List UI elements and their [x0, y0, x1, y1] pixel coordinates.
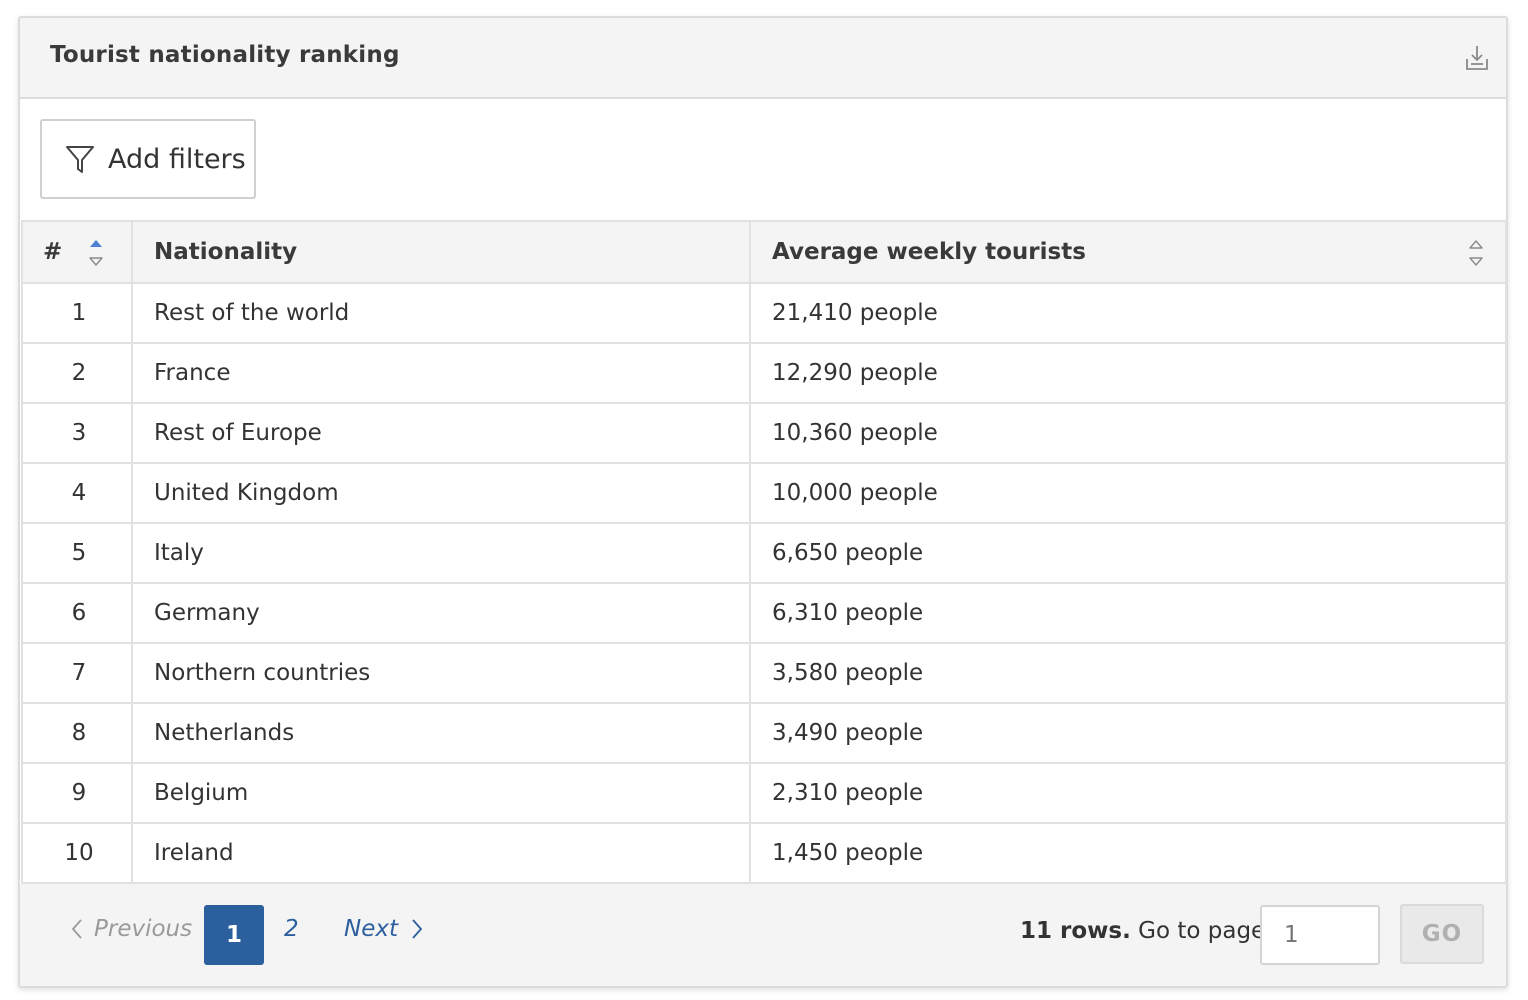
funnel-icon	[66, 146, 94, 173]
previous-page-button[interactable]: Previous	[70, 916, 192, 942]
rank-cell: 4	[21, 462, 133, 524]
tourists-cell: 2,310 people	[749, 762, 1507, 824]
tourists-cell: 6,310 people	[749, 582, 1507, 644]
table-row: 3 Rest of Europe 10,360 people	[21, 402, 1507, 464]
table-row: 9 Belgium 2,310 people	[21, 762, 1507, 824]
goto-label: Go to page:	[1138, 918, 1273, 944]
rank-cell: 10	[21, 822, 133, 884]
nationality-cell: Germany	[131, 582, 751, 644]
rank-cell: 1	[21, 282, 133, 344]
nationality-cell: France	[131, 342, 751, 404]
page-button-current[interactable]: 1	[204, 905, 264, 965]
goto-page-input[interactable]	[1260, 905, 1380, 965]
nationality-cell: Italy	[131, 522, 751, 584]
panel-header: Tourist nationality ranking	[20, 18, 1506, 99]
row-count: 11 rows.	[1020, 918, 1131, 944]
tourists-cell: 6,650 people	[749, 522, 1507, 584]
tourists-cell: 21,410 people	[749, 282, 1507, 344]
nationality-cell: Northern countries	[131, 642, 751, 704]
table-row: 8 Netherlands 3,490 people	[21, 702, 1507, 764]
nationality-cell: Netherlands	[131, 702, 751, 764]
nationality-cell: United Kingdom	[131, 462, 751, 524]
rank-cell: 8	[21, 702, 133, 764]
rank-cell: 3	[21, 402, 133, 464]
rank-cell: 5	[21, 522, 133, 584]
nationality-cell: Rest of the world	[131, 282, 751, 344]
next-page-label: Next	[344, 916, 398, 942]
chevron-right-icon	[412, 919, 423, 939]
rank-cell: 2	[21, 342, 133, 404]
nationality-cell: Ireland	[131, 822, 751, 884]
download-icon[interactable]	[1464, 44, 1490, 72]
column-header-average-weekly-tourists[interactable]: Average weekly tourists	[749, 220, 1507, 284]
add-filters-label: Add filters	[108, 143, 246, 175]
table-row: 10 Ireland 1,450 people	[21, 822, 1507, 884]
column-header-rank[interactable]: #	[21, 220, 133, 284]
table-row: 6 Germany 6,310 people	[21, 582, 1507, 644]
row-count-info: 11 rows. Go to page:	[1020, 918, 1273, 944]
rank-cell: 9	[21, 762, 133, 824]
go-button[interactable]: GO	[1400, 904, 1484, 964]
sort-unsorted-icon[interactable]	[1467, 237, 1485, 269]
rank-cell: 7	[21, 642, 133, 704]
filter-bar: Add filters	[20, 99, 1506, 220]
table-row: 7 Northern countries 3,580 people	[21, 642, 1507, 704]
tourists-cell: 10,360 people	[749, 402, 1507, 464]
sort-ascending-icon[interactable]	[87, 237, 105, 269]
page-button-2[interactable]: 2	[284, 916, 299, 942]
chevron-left-icon	[71, 919, 82, 939]
previous-page-label: Previous	[94, 916, 193, 942]
ranking-panel: Tourist nationality ranking Add filters …	[18, 16, 1508, 988]
rank-cell: 6	[21, 582, 133, 644]
column-header-average-label: Average weekly tourists	[772, 239, 1086, 265]
table-row: 1 Rest of the world 21,410 people	[21, 282, 1507, 344]
table-row: 4 United Kingdom 10,000 people	[21, 462, 1507, 524]
next-page-button[interactable]: Next	[344, 916, 424, 942]
column-header-nationality[interactable]: Nationality	[131, 220, 751, 284]
column-header-rank-label: #	[43, 239, 63, 265]
ranking-table: # Nationality Average weekly tourists 1 …	[21, 220, 1507, 884]
tourists-cell: 10,000 people	[749, 462, 1507, 524]
add-filters-button[interactable]: Add filters	[40, 119, 256, 199]
tourists-cell: 3,580 people	[749, 642, 1507, 704]
tourists-cell: 12,290 people	[749, 342, 1507, 404]
nationality-cell: Rest of Europe	[131, 402, 751, 464]
nationality-cell: Belgium	[131, 762, 751, 824]
tourists-cell: 1,450 people	[749, 822, 1507, 884]
table-row: 5 Italy 6,650 people	[21, 522, 1507, 584]
table-row: 2 France 12,290 people	[21, 342, 1507, 404]
panel-title: Tourist nationality ranking	[50, 42, 400, 68]
tourists-cell: 3,490 people	[749, 702, 1507, 764]
pagination-bar: Previous 1 2 Next 11 rows. Go to page: G…	[20, 884, 1506, 986]
table-header-row: # Nationality Average weekly tourists	[21, 220, 1507, 284]
